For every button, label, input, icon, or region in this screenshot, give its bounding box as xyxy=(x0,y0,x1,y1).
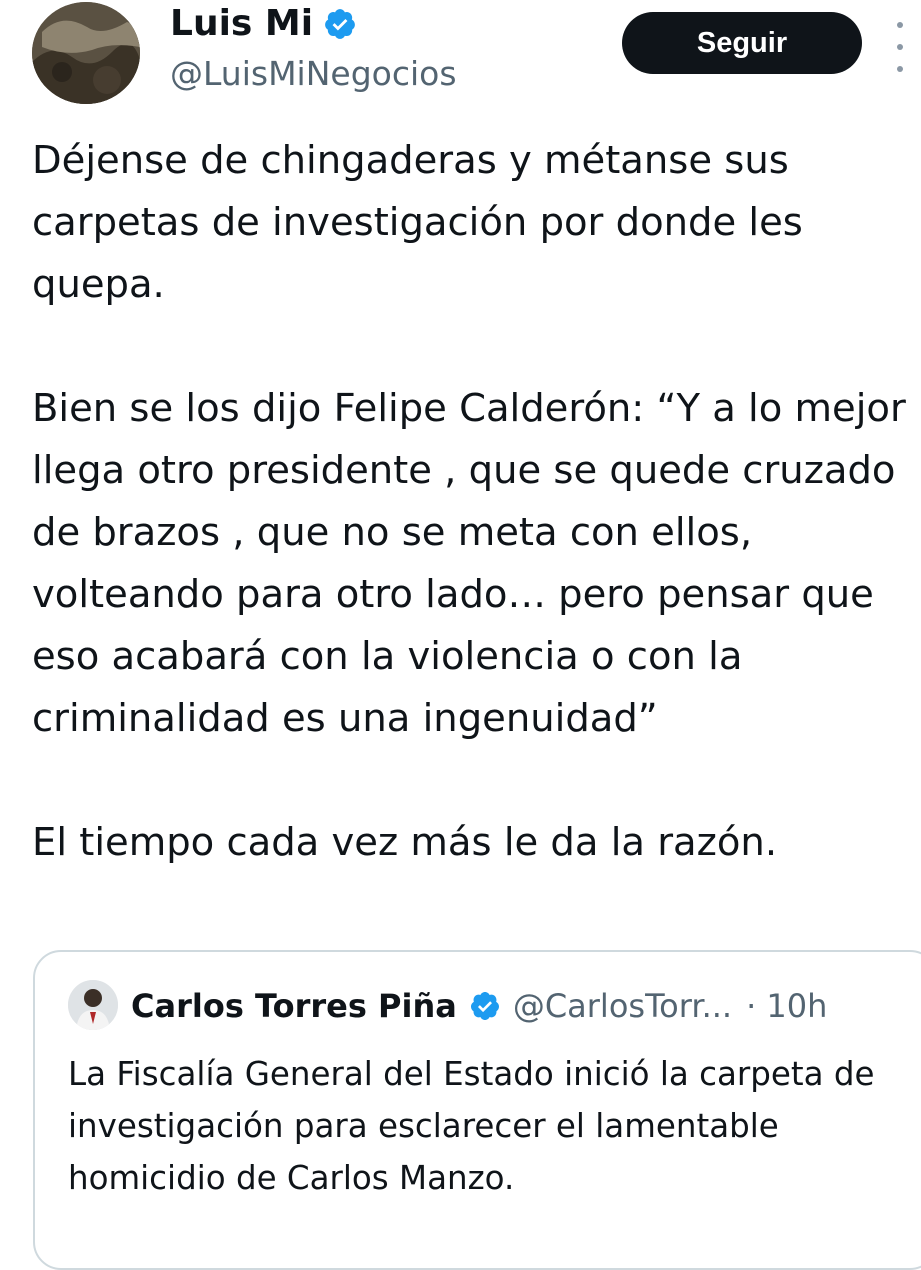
follow-button[interactable]: Seguir xyxy=(622,12,862,74)
avatar-photo xyxy=(32,2,140,104)
quoted-author-avatar[interactable] xyxy=(68,980,118,1030)
quoted-timestamp[interactable]: · 10h xyxy=(746,987,827,1025)
quoted-header: Carlos Torres Piña @CarlosTorr... · 10h xyxy=(131,980,827,1032)
author-handle[interactable]: @LuisMiNegocios xyxy=(170,52,457,96)
more-dot xyxy=(897,44,903,50)
verified-badge-icon xyxy=(470,992,499,1020)
tweet-body: Déjense de chingaderas y métanse sus car… xyxy=(32,130,917,874)
author-avatar[interactable] xyxy=(32,2,140,104)
quoted-handle[interactable]: @CarlosTorr... xyxy=(513,987,732,1025)
quoted-tweet-text: La Fiscalía General del Estado inició la… xyxy=(68,1055,875,1197)
author-name-row[interactable]: Luis Mi xyxy=(170,2,357,46)
quoted-tweet-card[interactable]: Carlos Torres Piña @CarlosTorr... · 10h … xyxy=(33,950,921,1270)
more-dot xyxy=(897,66,903,72)
tweet-paragraph: El tiempo cada vez más le da la razón. xyxy=(32,820,778,865)
more-vertical-icon[interactable] xyxy=(892,22,908,72)
quoted-display-name[interactable]: Carlos Torres Piña xyxy=(131,987,457,1025)
tweet-paragraph: Déjense de chingaderas y métanse sus car… xyxy=(32,138,803,307)
verified-badge-icon xyxy=(325,9,355,39)
tweet-paragraph: Bien se los dijo Felipe Calderón: “Y a l… xyxy=(32,386,906,741)
author-display-name[interactable]: Luis Mi xyxy=(170,2,313,46)
avatar-photo xyxy=(68,980,118,1030)
more-dot xyxy=(897,22,903,28)
